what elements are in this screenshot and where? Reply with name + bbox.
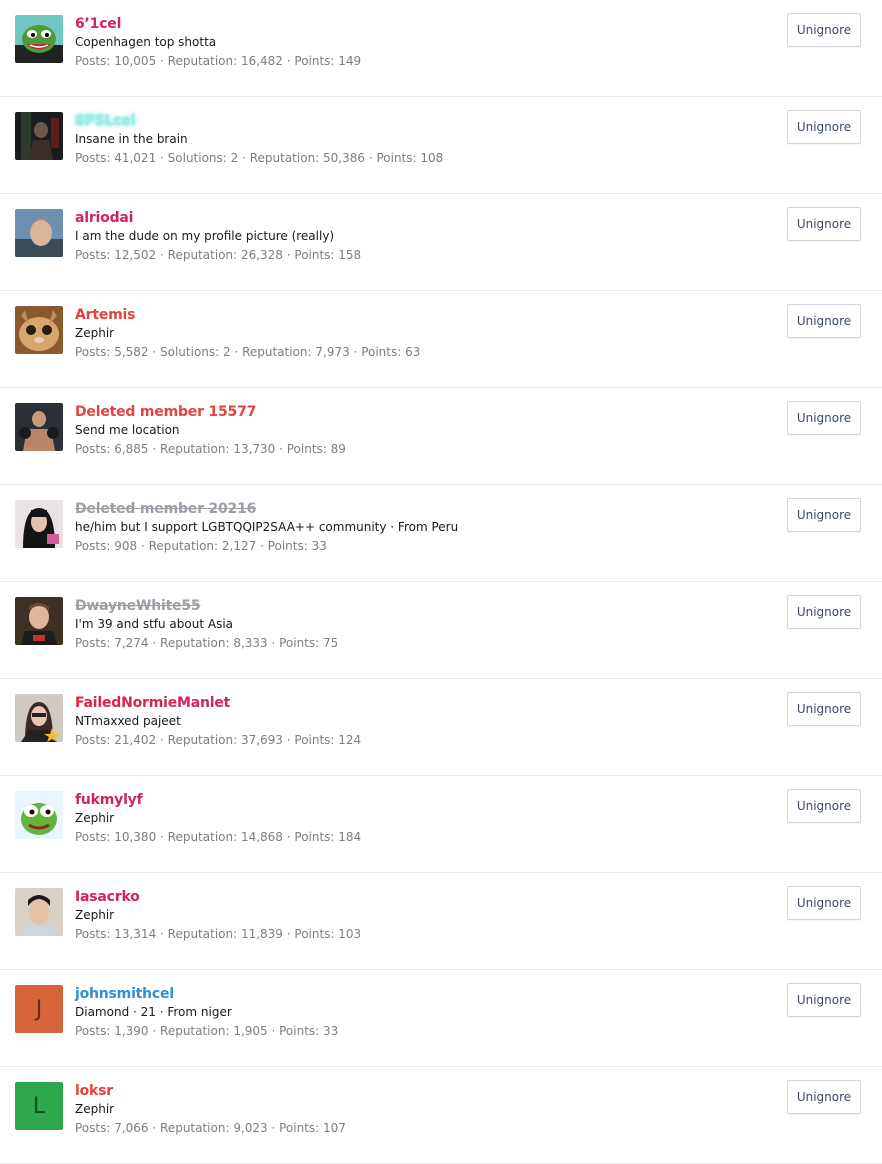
user-title: I am the dude on my profile picture (rea… [75, 229, 335, 243]
user-stats: Posts: 10,005 · Reputation: 16,482 · Poi… [75, 54, 362, 68]
user-stats: Posts: 12,502 · Reputation: 26,328 · Poi… [75, 248, 362, 262]
ignored-user-row: FailedNormieManlet NTmaxxed pajeet Posts… [0, 679, 882, 776]
user-stats: Posts: 7,274 · Reputation: 8,333 · Point… [75, 636, 339, 650]
user-avatar[interactable] [15, 500, 63, 548]
user-title: Zephir [75, 1102, 115, 1116]
user-stats: Posts: 13,314 · Reputation: 11,839 · Poi… [75, 927, 362, 941]
user-stats: Posts: 6,885 · Reputation: 13,730 · Poin… [75, 442, 346, 456]
user-info: alriodai I am the dude on my profile pic… [75, 209, 762, 263]
username-link[interactable]: DwayneWhite55 [75, 597, 762, 615]
ignored-user-row: fukmylyf Zephir Posts: 10,380 · Reputati… [0, 776, 882, 873]
ignored-user-row: Iasacrko Zephir Posts: 13,314 · Reputati… [0, 873, 882, 970]
unignore-button[interactable]: Unignore [787, 401, 861, 435]
ignored-user-row: J johnsmithcel Diamond · 21 · From niger… [0, 970, 882, 1067]
user-info: Deleted member 20216 he/him but I suppor… [75, 500, 762, 554]
avatar-letter: L [32, 1093, 46, 1119]
user-avatar[interactable] [15, 403, 63, 451]
username-link[interactable]: johnsmithcel [75, 985, 762, 1003]
user-avatar[interactable] [15, 791, 63, 839]
user-stats: Posts: 1,390 · Reputation: 1,905 · Point… [75, 1024, 339, 1038]
user-title: Diamond · 21 · From niger [75, 1005, 232, 1019]
unignore-button[interactable]: Unignore [787, 110, 861, 144]
user-title: he/him but I support LGBTQQIP2SAA++ comm… [75, 520, 459, 534]
username-link[interactable]: alriodai [75, 209, 762, 227]
username-link[interactable]: 8PSLcel [75, 112, 762, 130]
user-avatar[interactable] [15, 597, 63, 645]
user-avatar[interactable]: J [15, 985, 63, 1033]
user-info: FailedNormieManlet NTmaxxed pajeet Posts… [75, 694, 762, 748]
user-stats: Posts: 7,066 · Reputation: 9,023 · Point… [75, 1121, 346, 1135]
ignored-user-row: 8PSLcel Insane in the brain Posts: 41,02… [0, 97, 882, 194]
ignored-user-row: Artemis Zephir Posts: 5,582 · Solutions:… [0, 291, 882, 388]
ignored-users-list: 6’1cel Copenhagen top shotta Posts: 10,0… [0, 0, 882, 1164]
user-title: Insane in the brain [75, 132, 188, 146]
user-info: loksr Zephir Posts: 7,066 · Reputation: … [75, 1082, 762, 1136]
unignore-button[interactable]: Unignore [787, 692, 861, 726]
unignore-button[interactable]: Unignore [787, 595, 861, 629]
user-info: 6’1cel Copenhagen top shotta Posts: 10,0… [75, 15, 762, 69]
user-stats: Posts: 21,402 · Reputation: 37,693 · Poi… [75, 733, 362, 747]
user-info: 8PSLcel Insane in the brain Posts: 41,02… [75, 112, 762, 166]
user-title: Zephir [75, 326, 115, 340]
user-avatar[interactable] [15, 694, 63, 742]
username-link[interactable]: FailedNormieManlet [75, 694, 762, 712]
avatar-letter: J [35, 996, 43, 1022]
user-avatar[interactable] [15, 209, 63, 257]
username-link[interactable]: fukmylyf [75, 791, 762, 809]
ignored-user-row: Deleted member 20216 he/him but I suppor… [0, 485, 882, 582]
user-title: Copenhagen top shotta [75, 35, 217, 49]
user-title: Zephir [75, 908, 115, 922]
user-info: johnsmithcel Diamond · 21 · From niger P… [75, 985, 762, 1039]
user-info: Iasacrko Zephir Posts: 13,314 · Reputati… [75, 888, 762, 942]
unignore-button[interactable]: Unignore [787, 886, 861, 920]
ignored-user-row: alriodai I am the dude on my profile pic… [0, 194, 882, 291]
username-link[interactable]: Artemis [75, 306, 762, 324]
username-link[interactable]: 6’1cel [75, 15, 762, 33]
user-title: NTmaxxed pajeet [75, 714, 181, 728]
unignore-button[interactable]: Unignore [787, 498, 861, 532]
ignored-user-row: DwayneWhite55 I'm 39 and stfu about Asia… [0, 582, 882, 679]
user-title: Send me location [75, 423, 180, 437]
username-link[interactable]: Deleted member 20216 [75, 500, 762, 518]
user-avatar[interactable]: L [15, 1082, 63, 1130]
user-info: Deleted member 15577 Send me location Po… [75, 403, 762, 457]
user-avatar[interactable] [15, 15, 63, 63]
user-stats: Posts: 41,021 · Solutions: 2 · Reputatio… [75, 151, 444, 165]
user-avatar[interactable] [15, 306, 63, 354]
unignore-button[interactable]: Unignore [787, 789, 861, 823]
user-title: I'm 39 and stfu about Asia [75, 617, 234, 631]
unignore-button[interactable]: Unignore [787, 207, 861, 241]
unignore-button[interactable]: Unignore [787, 1080, 861, 1114]
user-avatar[interactable] [15, 112, 63, 160]
user-stats: Posts: 10,380 · Reputation: 14,868 · Poi… [75, 830, 362, 844]
username-link[interactable]: loksr [75, 1082, 762, 1100]
ignored-user-row: 6’1cel Copenhagen top shotta Posts: 10,0… [0, 0, 882, 97]
user-stats: Posts: 908 · Reputation: 2,127 · Points:… [75, 539, 327, 553]
ignored-user-row: L loksr Zephir Posts: 7,066 · Reputation… [0, 1067, 882, 1164]
user-info: DwayneWhite55 I'm 39 and stfu about Asia… [75, 597, 762, 651]
unignore-button[interactable]: Unignore [787, 983, 861, 1017]
user-avatar[interactable] [15, 888, 63, 936]
ignored-user-row: Deleted member 15577 Send me location Po… [0, 388, 882, 485]
user-stats: Posts: 5,582 · Solutions: 2 · Reputation… [75, 345, 421, 359]
user-title: Zephir [75, 811, 115, 825]
username-link[interactable]: Iasacrko [75, 888, 762, 906]
username-link[interactable]: Deleted member 15577 [75, 403, 762, 421]
user-info: Artemis Zephir Posts: 5,582 · Solutions:… [75, 306, 762, 360]
unignore-button[interactable]: Unignore [787, 13, 861, 47]
unignore-button[interactable]: Unignore [787, 304, 861, 338]
user-info: fukmylyf Zephir Posts: 10,380 · Reputati… [75, 791, 762, 845]
